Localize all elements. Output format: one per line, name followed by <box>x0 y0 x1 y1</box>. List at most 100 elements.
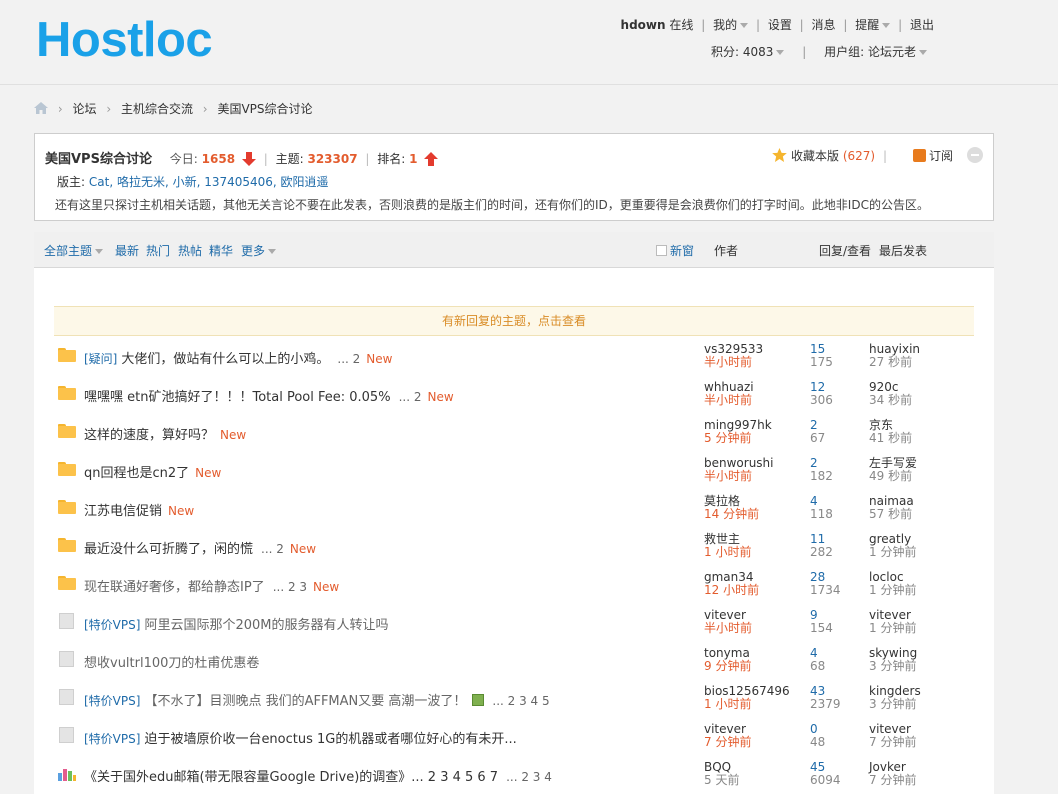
last-post-time[interactable]: 27 秒前 <box>869 356 920 369</box>
thread-counts-cell: 28 1734 <box>810 571 841 597</box>
forum-name: 美国VPS综合讨论 <box>45 152 152 167</box>
post-time: 半小时前 <box>704 469 753 483</box>
last-post-time[interactable]: 1 分钟前 <box>869 622 916 635</box>
new-badge[interactable]: New <box>290 542 316 556</box>
breadcrumb-category[interactable]: 主机综合交流 <box>121 102 193 116</box>
thread-counts-cell: 9 154 <box>810 609 833 635</box>
thread-row[interactable]: [特价VPS] 阿里云国际那个200M的服务器有人转让吗 vitever 半小时前 9 1… <box>54 603 974 641</box>
tab-more[interactable]: 更多 <box>241 242 277 259</box>
thread-list-panel: 全部主题 最新 热门 热帖 精华 更多 新窗 作者 回复/查看 最后发表 有新回… <box>34 232 994 794</box>
thread-title-link[interactable]: 这样的速度，算好吗？ <box>84 428 214 443</box>
last-post-column-header[interactable]: 最后发表 <box>879 242 927 259</box>
thread-title-link[interactable]: 阿里云国际那个200M的服务器有人转让吗 <box>144 618 388 633</box>
thread-prefix[interactable]: [特价VPS] <box>84 618 140 632</box>
chevron-down-icon <box>740 23 749 28</box>
usergroup-menu[interactable]: 用户组: 论坛元老 <box>824 45 927 59</box>
folder-icon <box>58 538 76 552</box>
tab-all-threads[interactable]: 全部主题 <box>44 242 104 259</box>
thread-title-cell: 嘿嘿嘿 etn矿池搞好了！！！Total Pool Fee: 0.05% ... … <box>84 386 454 405</box>
thread-title-link[interactable]: qn回程也是cn2了 <box>84 466 189 481</box>
breadcrumb-forum[interactable]: 论坛 <box>72 102 96 116</box>
thread-prefix[interactable]: [特价VPS] <box>84 732 140 746</box>
last-post-time[interactable]: 41 秒前 <box>869 432 912 445</box>
last-post-cell: 左手写爱 49 秒前 <box>869 457 917 483</box>
document-icon <box>59 651 74 667</box>
last-post-time[interactable]: 57 秒前 <box>869 508 914 521</box>
thread-row[interactable]: 江苏电信促销 New 莫拉格 14 分钟前 4 118 naimaa 57 秒前 <box>54 489 974 527</box>
my-menu[interactable]: 我的 <box>713 18 749 32</box>
thread-prefix[interactable]: [特价VPS] <box>84 694 140 708</box>
tab-latest[interactable]: 最新 <box>115 242 139 259</box>
last-post-time[interactable]: 49 秒前 <box>869 470 917 483</box>
home-icon[interactable] <box>34 102 52 116</box>
thread-row[interactable]: 最近没什么可折腾了，闲的慌 ... 2 New 救世主 1 小时前 11 282 greatl… <box>54 527 974 565</box>
thread-title-link[interactable]: 迫于被墙原价收一台enoctus 1G的机器或者哪位好心的有未开... <box>144 732 516 747</box>
new-replies-notice[interactable]: 有新回复的主题，点击查看 <box>54 306 974 336</box>
thread-row[interactable]: [疑问] 大佬们，做站有什么可以上的小鸡。 ... 2 New vs329533 半小时前… <box>54 337 974 375</box>
thread-row[interactable]: 现在联通好奢侈，都给静态IP了 ... 2 3 New gman34 12 小时前 28 1… <box>54 565 974 603</box>
new-badge[interactable]: New <box>427 390 453 404</box>
reminders-menu[interactable]: 提醒 <box>855 18 891 32</box>
thread-prefix[interactable]: [疑问] <box>84 352 117 366</box>
thread-row[interactable]: 想收vultrl100刀的杜甫优惠卷 tonyma 9 分钟前 4 68 skywing 3… <box>54 641 974 679</box>
post-time: 1 小时前 <box>704 697 752 711</box>
tab-hot-posts[interactable]: 热帖 <box>178 242 202 259</box>
thread-pages[interactable]: ... 2 3 4 <box>506 770 552 784</box>
thread-title-link[interactable]: 想收vultrl100刀的杜甫优惠卷 <box>84 656 259 671</box>
collapse-button[interactable] <box>967 147 983 163</box>
breadcrumb-board[interactable]: 美国VPS综合讨论 <box>217 102 312 116</box>
author-column-header[interactable]: 作者 <box>714 242 738 259</box>
breadcrumb-separator: › <box>202 102 208 116</box>
thread-pages[interactable]: ... 2 <box>399 390 422 404</box>
thread-pages[interactable]: ... 2 <box>261 542 284 556</box>
points-menu[interactable]: 积分: 4083 <box>711 45 785 59</box>
new-badge[interactable]: New <box>195 466 221 480</box>
new-badge[interactable]: New <box>313 580 339 594</box>
chevron-down-icon <box>95 249 104 254</box>
thread-pages[interactable]: ... 2 3 4 5 <box>492 694 549 708</box>
last-post-time[interactable]: 3 分钟前 <box>869 698 921 711</box>
thread-row[interactable]: [特价VPS] 迫于被墙原价收一台enoctus 1G的机器或者哪位好心的有未开.… <box>54 717 974 755</box>
thread-row[interactable]: 嘿嘿嘿 etn矿池搞好了！！！Total Pool Fee: 0.05% ... … <box>54 375 974 413</box>
thread-pages[interactable]: ... 2 <box>337 352 360 366</box>
messages-link[interactable]: 消息 <box>812 18 836 32</box>
new-window-checkbox[interactable]: 新窗 <box>656 242 694 259</box>
tab-hot[interactable]: 热门 <box>146 242 170 259</box>
thread-title-link[interactable]: 【不水了】目测晚点 我们的AFFMAN又要 高潮一波了！ <box>144 694 466 709</box>
subscribe-button[interactable]: 订阅 <box>912 147 953 164</box>
thread-title-link[interactable]: 江苏电信促销 <box>84 504 162 519</box>
last-post-cell: 920c 34 秒前 <box>869 381 912 407</box>
thread-title-link[interactable]: 现在联通好奢侈，都给静态IP了 <box>84 580 265 595</box>
settings-link[interactable]: 设置 <box>768 18 792 32</box>
tab-digest[interactable]: 精华 <box>209 242 233 259</box>
thread-counts-cell: 11 282 <box>810 533 833 559</box>
star-icon <box>772 148 787 162</box>
last-post-time[interactable]: 7 分钟前 <box>869 736 916 749</box>
favorite-board-button[interactable]: 收藏本版 (627) | <box>772 147 891 164</box>
last-post-time[interactable]: 1 分钟前 <box>869 584 916 597</box>
username-link[interactable]: hdown <box>621 18 666 32</box>
view-count: 68 <box>810 659 826 673</box>
thread-row[interactable]: [特价VPS] 【不水了】目测晚点 我们的AFFMAN又要 高潮一波了！ ... 2… <box>54 679 974 717</box>
last-post-time[interactable]: 1 分钟前 <box>869 546 916 559</box>
view-count: 306 <box>810 393 833 407</box>
thread-title-link[interactable]: 最近没什么可折腾了，闲的慌 <box>84 542 253 557</box>
thread-row[interactable]: qn回程也是cn2了 New benworushi 半小时前 2 182 左手写爱 49 秒前 <box>54 451 974 489</box>
logout-link[interactable]: 退出 <box>910 18 934 32</box>
last-post-time[interactable]: 7 分钟前 <box>869 774 916 787</box>
last-post-time[interactable]: 3 分钟前 <box>869 660 917 673</box>
moderator-links[interactable]: Cat, 咯拉无米, 小新, 137405406, 欧阳逍遥 <box>89 175 329 189</box>
thread-pages[interactable]: ... 2 3 <box>273 580 307 594</box>
chevron-down-icon <box>919 50 927 55</box>
new-badge[interactable]: New <box>220 428 246 442</box>
replies-views-column-header[interactable]: 回复/查看 <box>819 242 871 259</box>
new-badge[interactable]: New <box>366 352 392 366</box>
new-badge[interactable]: New <box>168 504 194 518</box>
last-post-time[interactable]: 34 秒前 <box>869 394 912 407</box>
thread-title-link[interactable]: 嘿嘿嘿 etn矿池搞好了！！！Total Pool Fee: 0.05% <box>84 390 391 405</box>
thread-row[interactable]: 《关于国外edu邮箱(带无限容量Google Drive)的调查》... 2 3… <box>54 755 974 793</box>
thread-title-link[interactable]: 《关于国外edu邮箱(带无限容量Google Drive)的调查》... 2 3… <box>84 770 498 785</box>
thread-title-link[interactable]: 大佬们，做站有什么可以上的小鸡。 <box>121 352 329 367</box>
site-logo[interactable]: Hostloc <box>36 12 213 68</box>
thread-row[interactable]: 这样的速度，算好吗？ New ming997hk 5 分钟前 2 67 京东 41 秒前 <box>54 413 974 451</box>
